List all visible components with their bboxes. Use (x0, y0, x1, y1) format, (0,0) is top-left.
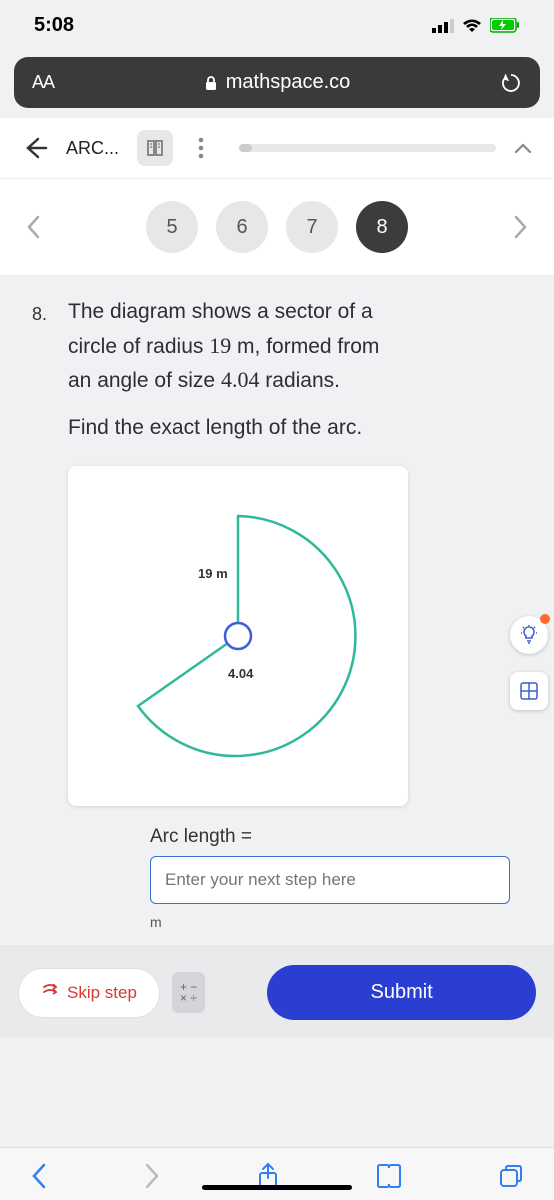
pager-item-7[interactable]: 7 (286, 201, 338, 253)
wifi-icon (462, 19, 482, 33)
pager-prev-icon[interactable] (20, 215, 46, 239)
hint-button[interactable] (510, 616, 548, 654)
pager-item-6[interactable]: 6 (216, 201, 268, 253)
page-header: ARC... (0, 118, 554, 179)
answer-input[interactable] (150, 856, 510, 904)
skip-label: Skip step (67, 983, 137, 1003)
battery-charging-icon (490, 18, 520, 33)
question-pager: 5 6 7 8 (0, 179, 554, 276)
notification-dot (540, 614, 550, 624)
browser-forward-icon[interactable] (143, 1162, 161, 1190)
q-line3a: an angle of size (68, 369, 221, 392)
bookmarks-icon[interactable] (375, 1163, 403, 1189)
submit-button[interactable]: Submit (267, 965, 536, 1020)
q-line2a: circle of radius (68, 335, 209, 358)
question-text: The diagram shows a sector of a circle o… (68, 296, 534, 444)
signal-icon (432, 19, 454, 33)
question-content: 8. The diagram shows a sector of a circl… (0, 276, 554, 940)
calculator-icon (520, 682, 538, 700)
side-tools (510, 616, 548, 710)
browser-toolbar (0, 1147, 554, 1200)
answer-label: Arc length = (150, 826, 534, 848)
status-time: 5:08 (34, 14, 74, 37)
q-line3b: radians. (259, 369, 340, 392)
pager-numbers: 5 6 7 8 (146, 201, 408, 253)
skip-icon (41, 984, 59, 1002)
pager-item-8[interactable]: 8 (356, 201, 408, 253)
lock-icon (204, 75, 218, 91)
tabs-icon[interactable] (498, 1163, 524, 1189)
browser-back-icon[interactable] (30, 1162, 48, 1190)
progress-bar (239, 144, 496, 152)
keypad-icon[interactable]: + −× ÷ (172, 972, 205, 1014)
diagram-radius-label: 19 m (198, 566, 228, 581)
browser-url-bar[interactable]: AA mathspace.co (14, 57, 540, 108)
back-arrow-icon[interactable] (22, 135, 48, 161)
status-bar: 5:08 (0, 0, 554, 47)
q-radius: 19 (209, 333, 231, 358)
textbook-icon[interactable] (137, 130, 173, 166)
q-line4: Find the exact length of the arc. (68, 416, 362, 439)
chevron-up-icon[interactable] (514, 142, 532, 154)
pager-next-icon[interactable] (508, 215, 534, 239)
answer-area: Arc length = m (150, 826, 534, 930)
status-icons (432, 18, 520, 33)
calculator-button[interactable] (510, 672, 548, 710)
answer-unit: m (150, 914, 534, 930)
font-size-controls[interactable]: AA (32, 72, 54, 93)
sector-diagram: 19 m 4.04 (68, 466, 408, 806)
q-angle: 4.04 (221, 367, 260, 392)
lightbulb-icon (519, 625, 539, 645)
diagram-angle-label: 4.04 (228, 666, 253, 681)
pager-item-5[interactable]: 5 (146, 201, 198, 253)
url-domain: mathspace.co (226, 71, 351, 94)
home-indicator[interactable] (202, 1185, 352, 1190)
reload-icon[interactable] (500, 72, 522, 94)
skip-step-button[interactable]: Skip step (18, 968, 160, 1018)
url-display[interactable]: mathspace.co (54, 71, 500, 94)
action-bar: Skip step + −× ÷ Submit (0, 946, 554, 1038)
q-line2b: m, formed from (231, 335, 379, 358)
page-title: ARC... (66, 138, 119, 159)
question-number: 8. (32, 304, 47, 325)
q-line1: The diagram shows a sector of a (68, 300, 373, 323)
more-icon[interactable] (191, 136, 211, 160)
